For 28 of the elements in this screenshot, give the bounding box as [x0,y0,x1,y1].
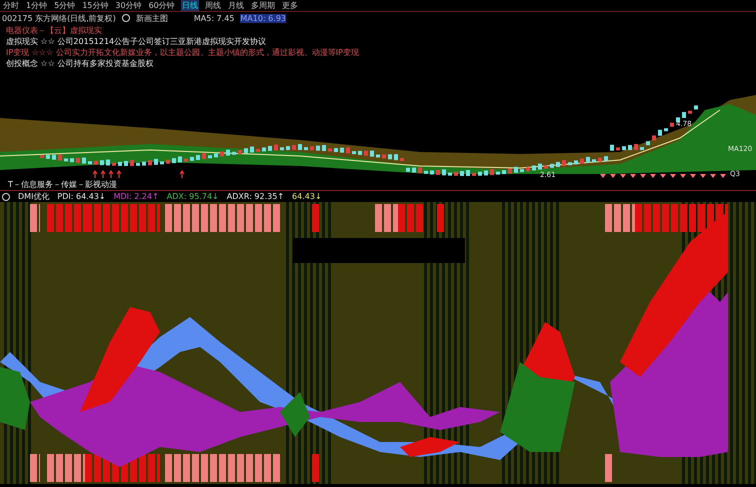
period-tab[interactable]: 60分钟 [148,0,176,11]
concept-line: 电器仪表－【云】虚拟现实 [6,26,103,36]
indicator-value: 64.43↓ [292,192,322,201]
target-icon [2,192,10,200]
indicator-value: MDI: 2.24↑ [114,192,159,201]
stock-title: 002175 东方网络(日线,前复权) [2,12,116,24]
indicator-value: ADXR: 92.35↑ [226,192,284,201]
period-tab[interactable]: 1分钟 [25,0,48,11]
ma10-value: MA10: 6.93 [240,14,286,22]
period-tab[interactable]: 分时 [2,0,20,11]
period-tab[interactable]: 5分钟 [53,0,76,11]
period-tab[interactable]: 多周期 [250,0,276,11]
period-tab[interactable]: 更多 [280,0,299,11]
indicator-name: DMI优化 [18,191,50,202]
main-chart-label: 新画主图 [136,12,168,24]
period-tab[interactable]: 月线 [226,0,245,11]
period-tab[interactable]: 30分钟 [114,0,143,11]
concept-line: 虚拟现实 ☆☆ 公司20151214公告子公司签订三亚新港虚拟现实开发协议 [6,37,268,47]
indicator-value: PDI: 64.43↓ [57,192,106,201]
concept-line: IP变现 ☆☆☆ 公司实力开拓文化新媒业务，以主题公园、主题小镇的形式，通过影视、动漫等IP变现 [6,48,360,58]
target-icon [122,14,130,22]
ma5-value: MA5: 7.45 [194,14,234,22]
period-tab[interactable]: 周线 [204,0,222,11]
period-tab[interactable]: 日线 [180,0,199,11]
period-tab[interactable]: 15分钟 [81,0,110,11]
industry-label: T－信息服务－传媒－影视动漫 [7,180,118,190]
concept-line: 创投概念 ☆☆ 公司持有多家投资基金股权 [6,59,154,69]
indicator-value: ADX: 95.74↓ [166,192,219,201]
